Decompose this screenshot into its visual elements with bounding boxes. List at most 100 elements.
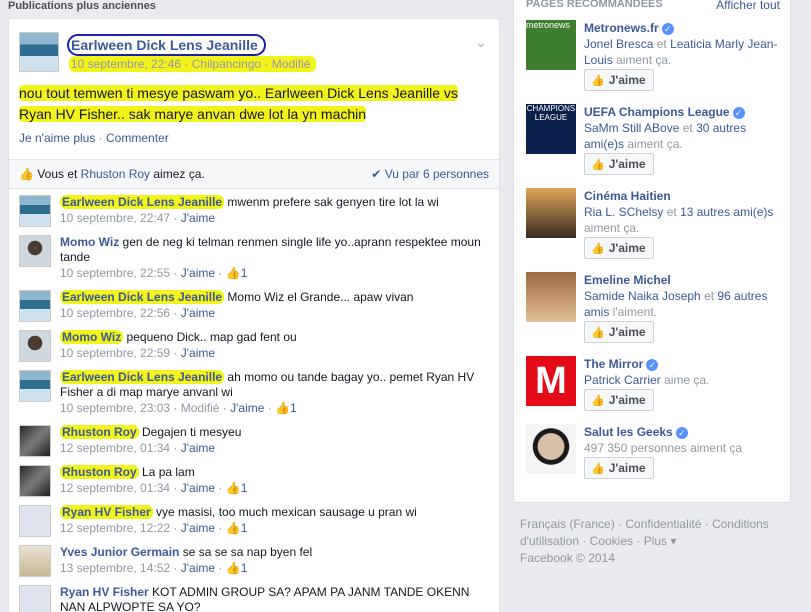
commenter-name[interactable]: Earlween Dick Lens Jeanille (60, 370, 225, 384)
see-all-link[interactable]: Afficher tout (716, 0, 780, 12)
likes-suffix: aiment ça. (612, 53, 672, 67)
commenter-avatar[interactable] (19, 290, 51, 322)
footer-language-link[interactable]: Français (France) (520, 517, 615, 531)
commenter-name[interactable]: Rhuston Roy (60, 465, 139, 479)
like-count[interactable]: 👍1 (226, 481, 248, 495)
comment-like-link[interactable]: J'aime (181, 521, 215, 535)
group-avatar[interactable] (19, 32, 59, 72)
commenter-avatar[interactable] (19, 545, 51, 577)
comment-like-link[interactable]: J'aime (181, 346, 215, 360)
footer-privacy-link[interactable]: Confidentialité (625, 517, 701, 531)
edited-label[interactable]: Modifié (181, 401, 220, 415)
comment-like-link[interactable]: J'aime (181, 441, 215, 455)
page-thumbnail[interactable]: CHAMPIONS LEAGUE (526, 104, 576, 154)
page-thumbnail-label: M (529, 359, 573, 403)
page-info: Emeline Michel Samide Naika Joseph et 96… (584, 272, 784, 320)
page-social-context: 497 350 personnes aiment ça (584, 440, 784, 456)
friend-link[interactable]: Ria L. SChelsy (584, 205, 663, 219)
page-name[interactable]: Metronews.fr (584, 21, 659, 35)
recommended-pages-title: Pages recommandées (526, 0, 663, 10)
like-count[interactable]: 👍1 (275, 401, 297, 415)
page-thumbnail[interactable] (526, 188, 576, 238)
action-separator: · (95, 131, 107, 145)
comment-like-link[interactable]: J'aime (181, 306, 215, 320)
like-count[interactable]: 👍1 (226, 266, 248, 280)
commenter-name[interactable]: Rhuston Roy (60, 425, 139, 439)
page-thumbnail-label: CHAMPIONS LEAGUE (526, 104, 576, 122)
comment-text: La pa lam (138, 465, 195, 479)
comment-time[interactable]: 10 septembre, 23:03 (60, 401, 170, 415)
like-count[interactable]: 👍1 (226, 521, 248, 535)
commenter-avatar[interactable] (19, 425, 51, 457)
page-social-context: Patrick Carrier aime ça. (584, 372, 784, 388)
comment-text: Momo Wiz el Grande... apaw vivan (224, 290, 414, 304)
footer-terms-link[interactable]: Conditions (712, 517, 769, 531)
commenter-avatar[interactable] (19, 195, 51, 227)
comment-time[interactable]: 13 septembre, 14:52 (60, 561, 170, 575)
comment-time[interactable]: 12 septembre, 12:22 (60, 521, 170, 535)
comment-like-link[interactable]: J'aime (181, 561, 215, 575)
commenter-avatar[interactable] (19, 370, 51, 402)
commenter-avatar[interactable] (19, 235, 51, 267)
comment-body: Momo Wiz gen de neg ki telman renmen sin… (60, 235, 481, 280)
comment-time[interactable]: 10 septembre, 22:55 (60, 266, 170, 280)
comment-time[interactable]: 10 septembre, 22:47 (60, 211, 170, 225)
friend-link[interactable]: Samide Naika Joseph (584, 289, 701, 303)
page-name[interactable]: Emeline Michel (584, 273, 671, 287)
comment-body: Yves Junior Germain se sa se sa nap byen… (60, 545, 313, 575)
commenter-avatar[interactable] (19, 585, 51, 612)
liker-link[interactable]: Rhuston Roy (81, 167, 150, 181)
page-like-button[interactable]: 👍 J'aime (584, 457, 654, 479)
commenter-name[interactable]: Yves Junior Germain (60, 545, 179, 559)
footer-more-link[interactable]: Plus (644, 534, 667, 548)
friend-link[interactable]: Patrick Carrier (584, 373, 661, 387)
page-like-button[interactable]: 👍 J'aime (584, 321, 654, 343)
comment-like-link[interactable]: J'aime (230, 401, 264, 415)
older-posts-header: Publications plus anciennes (8, 0, 156, 12)
commenter-name[interactable]: Earlween Dick Lens Jeanille (60, 195, 225, 209)
comment-body: Earlween Dick Lens Jeanille ah momo ou t… (60, 370, 475, 415)
page-like-button[interactable]: 👍 J'aime (584, 153, 654, 175)
comment-like-link[interactable]: J'aime (181, 266, 215, 280)
page-thumbnail[interactable]: metronews (526, 20, 576, 70)
commenter-name[interactable]: Momo Wiz (60, 235, 119, 249)
commenter-name[interactable]: Momo Wiz (60, 330, 124, 344)
comment-time[interactable]: 10 septembre, 22:59 (60, 346, 170, 360)
post-header: Earlween Dick Lens Jeanille 10 septembre… (19, 32, 489, 76)
page-thumbnail-label: metronews (526, 20, 571, 30)
page-name[interactable]: UEFA Champions League (584, 105, 730, 119)
commenter-name[interactable]: Earlween Dick Lens Jeanille (60, 290, 225, 304)
page-like-button[interactable]: 👍 J'aime (584, 69, 654, 91)
friend-link[interactable]: SaMm Still ABove (584, 121, 679, 135)
footer-terms-link-cont[interactable]: d'utilisation (520, 534, 579, 548)
friend-link[interactable]: Jonel Bresca (584, 37, 653, 51)
commenter-avatar[interactable] (19, 505, 51, 537)
comment-time[interactable]: 10 septembre, 22:56 (60, 306, 170, 320)
footer-cookies-link[interactable]: Cookies (590, 534, 633, 548)
like-count[interactable]: 👍1 (226, 561, 248, 575)
page-thumbnail[interactable] (526, 424, 576, 474)
chevron-down-icon[interactable]: ⌄ (475, 34, 487, 51)
unlike-link[interactable]: Je n'aime plus (19, 131, 95, 145)
page-name[interactable]: Salut les Geeks (584, 425, 673, 439)
commenter-name[interactable]: Ryan HV Fisher (60, 585, 149, 599)
page-thumbnail[interactable] (526, 272, 576, 322)
page-like-button[interactable]: 👍 J'aime (584, 389, 654, 411)
page-name[interactable]: The Mirror (584, 357, 643, 371)
post-author-link[interactable]: Earlween Dick Lens Jeanille (67, 34, 266, 56)
friend-link[interactable]: 13 autres ami(e)s (680, 205, 773, 219)
commenter-avatar[interactable] (19, 330, 51, 362)
comment-like-link[interactable]: J'aime (181, 481, 215, 495)
page-like-button[interactable]: 👍 J'aime (584, 237, 654, 259)
comment-time[interactable]: 12 septembre, 01:34 (60, 481, 170, 495)
comment-link[interactable]: Commenter (106, 131, 169, 145)
comment-time[interactable]: 12 septembre, 01:34 (60, 441, 170, 455)
likes-suffix: l'aiment. (609, 305, 657, 319)
commenter-avatar[interactable] (19, 465, 51, 497)
page-thumbnail[interactable]: M (526, 356, 576, 406)
commenter-name[interactable]: Ryan HV Fisher (60, 505, 153, 519)
page-name[interactable]: Cinéma Haitien (584, 189, 671, 203)
comment-like-link[interactable]: J'aime (181, 211, 215, 225)
comment-body: Ryan HV Fisher KOT ADMIN GROUP SA? APAM … (60, 585, 490, 612)
seen-by[interactable]: ✔ Vu par 6 personnes (371, 167, 489, 181)
